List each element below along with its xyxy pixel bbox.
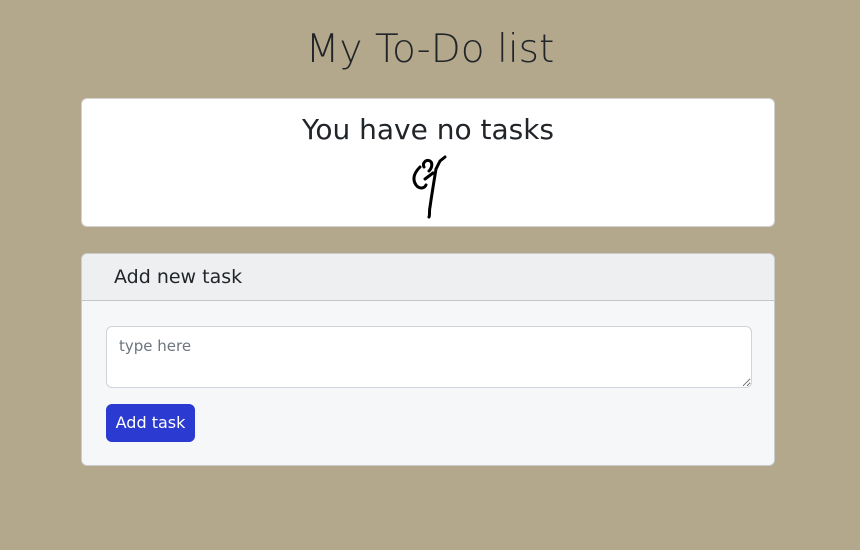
add-task-card: Add new task Add task: [81, 253, 775, 466]
task-input[interactable]: [106, 326, 752, 388]
dancing-stick-figure-icon: [412, 155, 447, 219]
add-task-button[interactable]: Add task: [106, 404, 195, 442]
empty-state-card: You have no tasks: [81, 98, 775, 227]
add-task-header: Add new task: [82, 254, 774, 301]
empty-state-message: You have no tasks: [301, 113, 555, 146]
page-title: My To-Do list: [305, 27, 555, 72]
